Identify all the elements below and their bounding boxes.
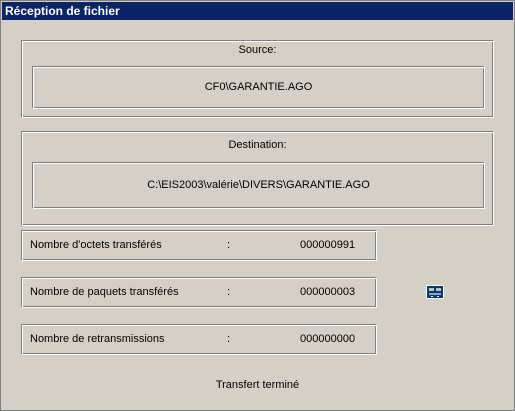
retransmissions-row: Nombre de retransmissions : 000000000 [21, 324, 377, 355]
transfer-status: Transfert terminé [215, 379, 300, 391]
destination-path-text: C:\EIS2003\valérie\DIVERS\GARANTIE.AGO [147, 179, 370, 191]
packets-transferred-value: 000000003 [300, 286, 356, 298]
bytes-transferred-row: Nombre d'octets transférés : 000000991 [21, 230, 377, 261]
destination-group: Destination: C:\EIS2003\valérie\DIVERS\G… [21, 131, 494, 226]
source-group: Source: CF0\GARANTIE.AGO [21, 40, 494, 118]
destination-label: Destination: [228, 139, 287, 151]
network-transfer-icon [426, 285, 444, 299]
window-title: Réception de fichier [2, 2, 513, 20]
destination-path: C:\EIS2003\valérie\DIVERS\GARANTIE.AGO [32, 162, 485, 209]
retransmissions-label: Nombre de retransmissions [30, 333, 165, 345]
source-label: Source: [238, 44, 277, 56]
packets-transferred-sep: : [227, 286, 231, 298]
retransmissions-value: 000000000 [300, 333, 356, 345]
bytes-transferred-value: 000000991 [300, 239, 356, 251]
source-path: CF0\GARANTIE.AGO [32, 66, 485, 109]
source-path-text: CF0\GARANTIE.AGO [204, 81, 313, 93]
bytes-transferred-label: Nombre d'octets transférés [30, 239, 162, 251]
file-receive-dialog: Réception de fichier Source: CF0\GARANTI… [0, 0, 515, 411]
retransmissions-sep: : [227, 333, 231, 345]
bytes-transferred-sep: : [227, 239, 231, 251]
dialog-body: Source: CF0\GARANTIE.AGO Destination: C:… [2, 20, 513, 410]
packets-transferred-label: Nombre de paquets transférés [30, 286, 179, 298]
packets-transferred-row: Nombre de paquets transférés : 000000003 [21, 277, 377, 308]
